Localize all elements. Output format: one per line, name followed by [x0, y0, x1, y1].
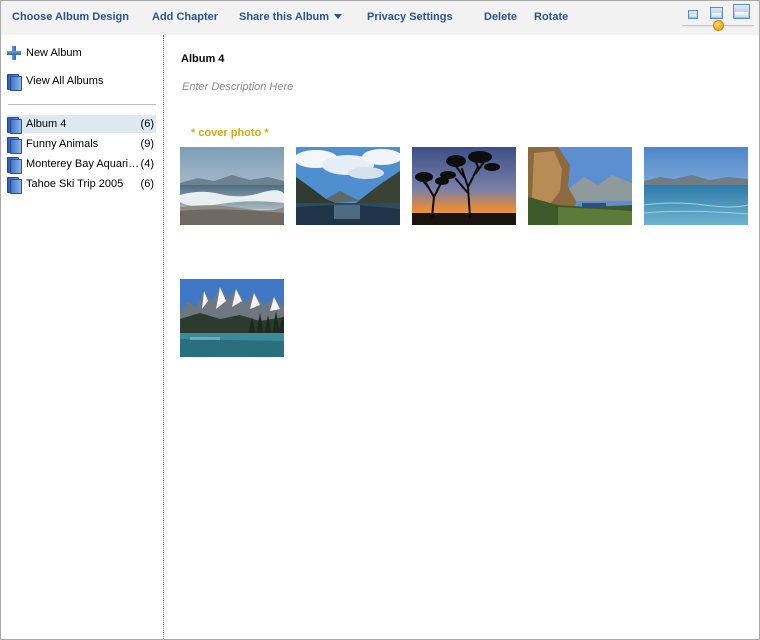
sidebar-item-monterey-bay-aquarium[interactable]: Monterey Bay Aquarium (4): [7, 155, 156, 174]
small-thumbnail-icon[interactable]: [688, 10, 698, 19]
tree-sunset-image: [412, 147, 516, 225]
coastal-cliffs-image: [528, 147, 632, 225]
album-name: Monterey Bay Aquarium: [26, 158, 141, 170]
medium-thumbnail-icon[interactable]: [710, 7, 723, 19]
share-album-label: Share this Album: [239, 11, 330, 23]
album-count: (9): [140, 138, 154, 150]
description-input[interactable]: [179, 79, 479, 95]
chevron-down-icon: [334, 14, 343, 19]
sidebar-item-funny-animals[interactable]: Funny Animals (9): [7, 135, 156, 154]
album-count: (4): [140, 158, 154, 170]
photo-thumbnail-blue-sea[interactable]: [644, 147, 748, 225]
album-name: Funny Animals: [26, 138, 99, 150]
sidebar-divider: [8, 104, 156, 105]
album-content: Album 4 * cover photo *: [165, 35, 759, 639]
view-all-albums-label: View All Albums: [26, 75, 104, 87]
new-album-label: New Album: [26, 47, 82, 59]
mountain-lake-image: [296, 147, 400, 225]
thumbnail-size-slider-knob[interactable]: [712, 20, 724, 31]
photo-thumbnail-mountain-lake[interactable]: [296, 147, 400, 225]
ocean-waves-image: [180, 147, 284, 225]
plus-icon: [7, 46, 21, 60]
photo-thumbnail-tree-sunset[interactable]: [412, 147, 516, 225]
choose-album-design-button[interactable]: Choose Album Design: [12, 11, 129, 23]
large-thumbnail-icon[interactable]: [733, 4, 750, 19]
sidebar-item-tahoe-ski-trip-2005[interactable]: Tahoe Ski Trip 2005 (6): [7, 175, 156, 194]
privacy-settings-button[interactable]: Privacy Settings: [367, 11, 453, 23]
toolbar: Choose Album Design Add Chapter Share th…: [1, 1, 759, 35]
sidebar-item-album-4[interactable]: Album 4 (6): [7, 115, 156, 134]
view-all-albums-button[interactable]: View All Albums: [7, 72, 104, 91]
new-album-button[interactable]: New Album: [7, 44, 82, 62]
delete-button[interactable]: Delete: [484, 11, 517, 23]
album-count: (6): [140, 118, 154, 130]
album-count: (6): [140, 178, 154, 190]
book-icon: [7, 73, 22, 91]
sidebar: New Album View All Albums Album 4 (6) Fu…: [1, 35, 164, 639]
album-name: Album 4: [26, 118, 67, 130]
page-title: Album 4: [181, 53, 225, 65]
photo-thumbnail-ocean-waves[interactable]: [180, 147, 284, 225]
photo-thumbnail-alpine-lake[interactable]: [180, 279, 284, 357]
add-chapter-button[interactable]: Add Chapter: [152, 11, 218, 23]
alpine-lake-image: [180, 279, 284, 357]
rotate-button[interactable]: Rotate: [534, 11, 568, 23]
cover-photo-label: * cover photo *: [191, 127, 269, 139]
blue-sea-image: [644, 147, 748, 225]
album-name: Tahoe Ski Trip 2005: [26, 178, 124, 190]
album-book-icon: [7, 136, 22, 154]
photo-thumbnail-coastal-cliffs[interactable]: [528, 147, 632, 225]
album-book-icon: [7, 156, 22, 174]
share-album-button[interactable]: Share this Album: [239, 11, 343, 23]
album-book-icon: [7, 116, 22, 134]
album-book-icon: [7, 176, 22, 194]
